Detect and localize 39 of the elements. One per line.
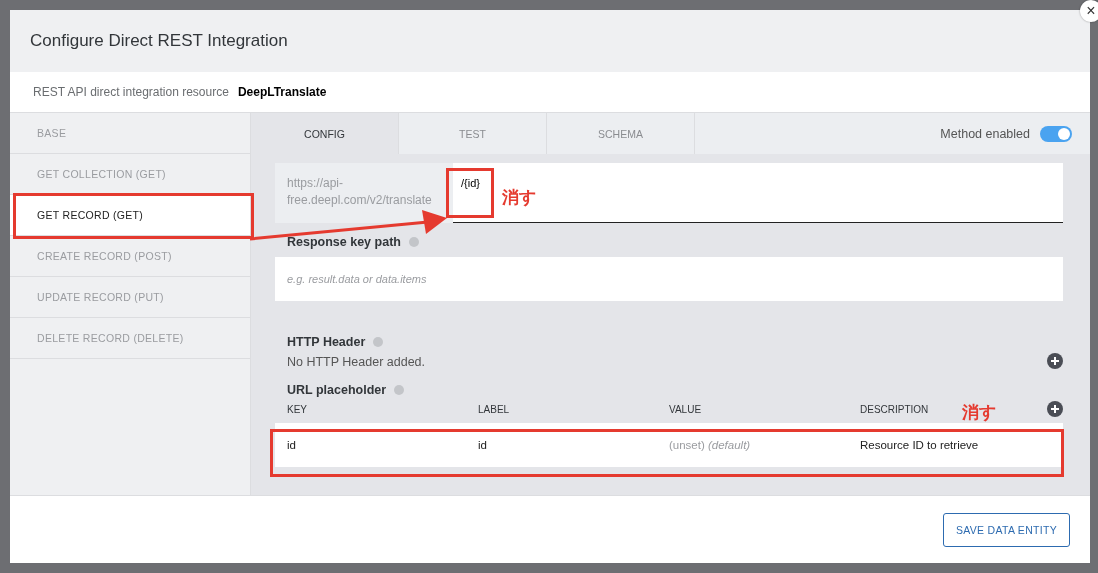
resource-label: REST API direct integration resource: [33, 85, 229, 99]
tab[interactable]: SCHEMA: [547, 113, 695, 154]
dialog-title: Configure Direct REST Integration: [30, 31, 288, 51]
url-prefix: https://api-free.deepl.com/v2/translate: [275, 163, 453, 223]
info-icon: [373, 337, 384, 347]
table-cell-text: id: [478, 439, 488, 451]
annotation-text: 消す: [962, 402, 996, 424]
add-button[interactable]: [1047, 353, 1063, 369]
add-button[interactable]: [1047, 401, 1063, 417]
column-header: DESCRIPTION: [860, 403, 929, 415]
section-title: URL placeholder: [287, 383, 387, 397]
close-button[interactable]: ×: [1080, 0, 1098, 22]
info-icon: [394, 385, 405, 395]
table-cell-text: id: [287, 439, 297, 451]
save-button[interactable]: SAVE DATA ENTITY: [942, 512, 1070, 547]
annotation-box: [446, 168, 494, 218]
resource-name: DeepLTranslate: [237, 85, 327, 99]
field-label: Response key path: [287, 235, 401, 249]
method-item[interactable]: GET COLLECTION (GET): [10, 154, 250, 195]
tab[interactable]: TEST: [399, 113, 547, 154]
table-row[interactable]: id id (unset) (default) Resource ID to retrieve: [275, 423, 1063, 467]
column-header: LABEL: [478, 403, 511, 415]
table-cell-text: Resource ID to retrieve: [860, 439, 980, 451]
input-field[interactable]: e.g. result.data or data.items: [275, 257, 1063, 301]
empty-text: No HTTP Header added.: [287, 355, 427, 369]
column-header: VALUE: [669, 403, 703, 415]
tab[interactable]: CONFIG: [251, 113, 399, 154]
method-item[interactable]: GET RECORD (GET): [10, 195, 250, 236]
column-header: KEY: [287, 403, 308, 415]
method-item[interactable]: BASE: [10, 113, 250, 154]
method-item[interactable]: DELETE RECORD (DELETE): [10, 318, 250, 359]
method-item[interactable]: CREATE RECORD (POST): [10, 236, 250, 277]
toggle-label: Method enabled: [940, 126, 1030, 141]
info-icon: [408, 237, 419, 247]
section-title: HTTP Header: [287, 335, 366, 349]
annotation-text: 消す: [502, 187, 536, 209]
table-cell-text: (unset) (default): [669, 439, 752, 451]
toggle-switch[interactable]: [1040, 125, 1072, 142]
method-item[interactable]: UPDATE RECORD (PUT): [10, 277, 250, 318]
